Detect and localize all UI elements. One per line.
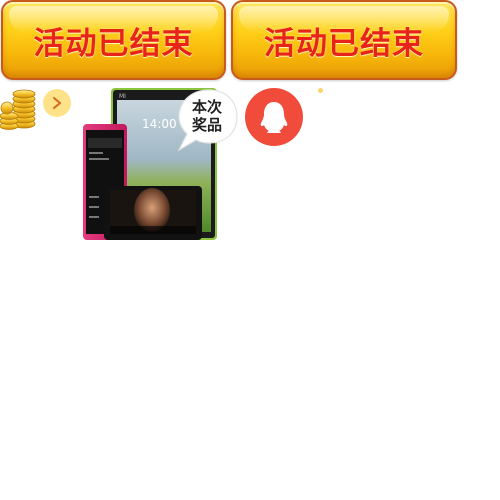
qq-penguin-icon xyxy=(260,102,288,133)
activity-ended-button-right[interactable]: 活动已结束 xyxy=(231,0,457,80)
prize-label: 本次 奖品 xyxy=(191,98,222,134)
qq-avatar[interactable] xyxy=(245,88,303,146)
gold-coins-icon xyxy=(0,89,36,130)
tablet-brand: MI xyxy=(119,93,126,100)
decorative-dot xyxy=(318,88,323,93)
tablet-time: 14:00 xyxy=(142,117,177,131)
activity-ended-button-left[interactable]: 活动已结束 xyxy=(1,0,226,80)
next-arrow-button[interactable] xyxy=(43,89,71,117)
chevron-right-icon xyxy=(53,97,61,109)
activity-ended-label: 活动已结束 xyxy=(33,25,194,62)
page: 活动已结束 活动已结束 MI 14:00 本次 奖品 xyxy=(0,0,500,500)
activity-ended-label: 活动已结束 xyxy=(264,25,424,62)
